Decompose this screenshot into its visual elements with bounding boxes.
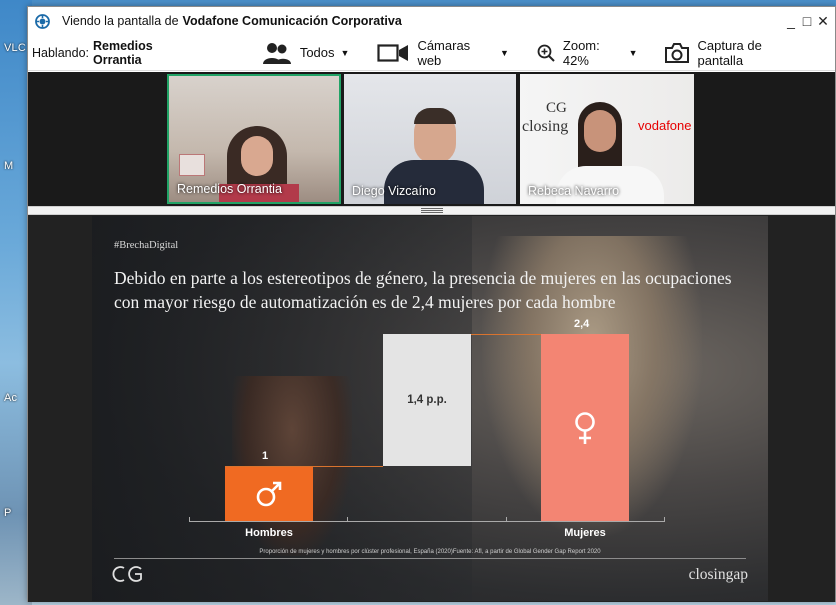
view-all-dropdown[interactable]: Todos ▼ bbox=[262, 41, 350, 65]
video-camera-icon bbox=[377, 43, 409, 63]
participant-name: Diego Vizcaíno bbox=[352, 184, 436, 198]
category-label-mujeres: Mujeres bbox=[564, 527, 606, 539]
gap-label: 1,4 p.p. bbox=[407, 394, 447, 406]
slide-headline: Debido en parte a los estereotipos de gé… bbox=[114, 268, 732, 312]
participant-name: Rebeca Navarro bbox=[528, 184, 620, 198]
desktop-icon-label[interactable]: M bbox=[4, 160, 13, 172]
data-label-mujeres: 2,4 bbox=[574, 318, 590, 330]
shared-screen-area: #BrechaDigital Debido en parte a los est… bbox=[28, 215, 835, 602]
chevron-down-icon: ▼ bbox=[628, 47, 638, 58]
chart-guide-line bbox=[471, 334, 541, 335]
screenshot-label: Captura de pantalla bbox=[697, 37, 762, 68]
screen-share-window: Viendo la pantalla de Vodafone Comunicac… bbox=[27, 6, 836, 602]
people-icon bbox=[262, 41, 292, 65]
minimize-button[interactable]: _ bbox=[783, 11, 799, 31]
desktop-icon-label[interactable]: Ac bbox=[4, 392, 17, 404]
cg-logo bbox=[110, 564, 146, 589]
desktop-icon-label[interactable]: VLC bbox=[4, 42, 26, 54]
presentation-slide: #BrechaDigital Debido en parte a los est… bbox=[92, 216, 768, 601]
male-symbol-icon bbox=[256, 481, 282, 506]
chart-bar-gap: 1,4 p.p. bbox=[383, 334, 471, 466]
participant-tile[interactable]: Diego Vizcaíno bbox=[344, 74, 516, 204]
category-label-hombres: Hombres bbox=[245, 527, 293, 539]
backdrop-cg-text: CG bbox=[546, 100, 567, 116]
participant-video-strip: Remedios Orrantia Diego Vizcaíno CG clos… bbox=[28, 72, 835, 206]
participant-tile[interactable]: CG closing vodafone Rebeca Navarro bbox=[520, 74, 694, 204]
title-bar: Viendo la pantalla de Vodafone Comunicac… bbox=[28, 7, 835, 35]
speaking-name: Remedios Orrantia bbox=[93, 38, 153, 67]
view-all-label: Todos bbox=[299, 45, 335, 60]
chart-bar-mujeres bbox=[541, 334, 629, 521]
webcams-label: Cámaras web bbox=[417, 37, 471, 68]
desktop-icon-label[interactable]: P bbox=[4, 507, 12, 519]
slide-hashtag: #BrechaDigital bbox=[114, 240, 179, 251]
zoom-in-icon bbox=[537, 44, 555, 62]
camera-icon bbox=[664, 42, 690, 64]
chart-bar-hombres bbox=[225, 466, 313, 521]
backdrop-closing-text: closing bbox=[522, 118, 569, 135]
slide-divider bbox=[114, 558, 746, 559]
maximize-button[interactable]: □ bbox=[799, 11, 815, 31]
female-symbol-icon bbox=[575, 411, 595, 444]
chevron-down-icon: ▼ bbox=[499, 47, 509, 58]
zoom-label: Zoom: 42% bbox=[562, 37, 600, 68]
slide-brand: closingap bbox=[688, 566, 748, 583]
data-label-hombres: 1 bbox=[262, 450, 269, 462]
speaking-label: Hablando: bbox=[32, 45, 89, 60]
wall-frame bbox=[179, 154, 205, 176]
chart-x-axis bbox=[189, 521, 665, 522]
close-button[interactable]: ✕ bbox=[815, 11, 831, 31]
webcams-dropdown[interactable]: Cámaras web ▼ bbox=[377, 37, 509, 68]
participant-tile[interactable]: Remedios Orrantia bbox=[167, 74, 341, 204]
chart-guide-line bbox=[225, 466, 383, 467]
panel-resize-handle[interactable] bbox=[28, 206, 835, 215]
grip-icon bbox=[420, 208, 443, 213]
backdrop-vodafone-text: vodafone bbox=[638, 118, 692, 133]
slide-footnote: Proporción de mujeres y hombres por clús… bbox=[259, 549, 601, 555]
app-logo-icon bbox=[34, 13, 50, 29]
toolbar: Hablando: Remedios Orrantia Todos ▼ Cáma… bbox=[28, 35, 835, 71]
screenshot-button[interactable]: Captura de pantalla bbox=[664, 38, 807, 68]
window-title-prefix: Viendo la pantalla de bbox=[62, 14, 179, 28]
chevron-down-icon: ▼ bbox=[340, 47, 350, 58]
window-title-presenter: Vodafone Comunicación Corporativa bbox=[182, 14, 402, 28]
participant-name: Remedios Orrantia bbox=[177, 182, 282, 196]
zoom-dropdown[interactable]: Zoom: 42% ▼ bbox=[537, 38, 638, 68]
